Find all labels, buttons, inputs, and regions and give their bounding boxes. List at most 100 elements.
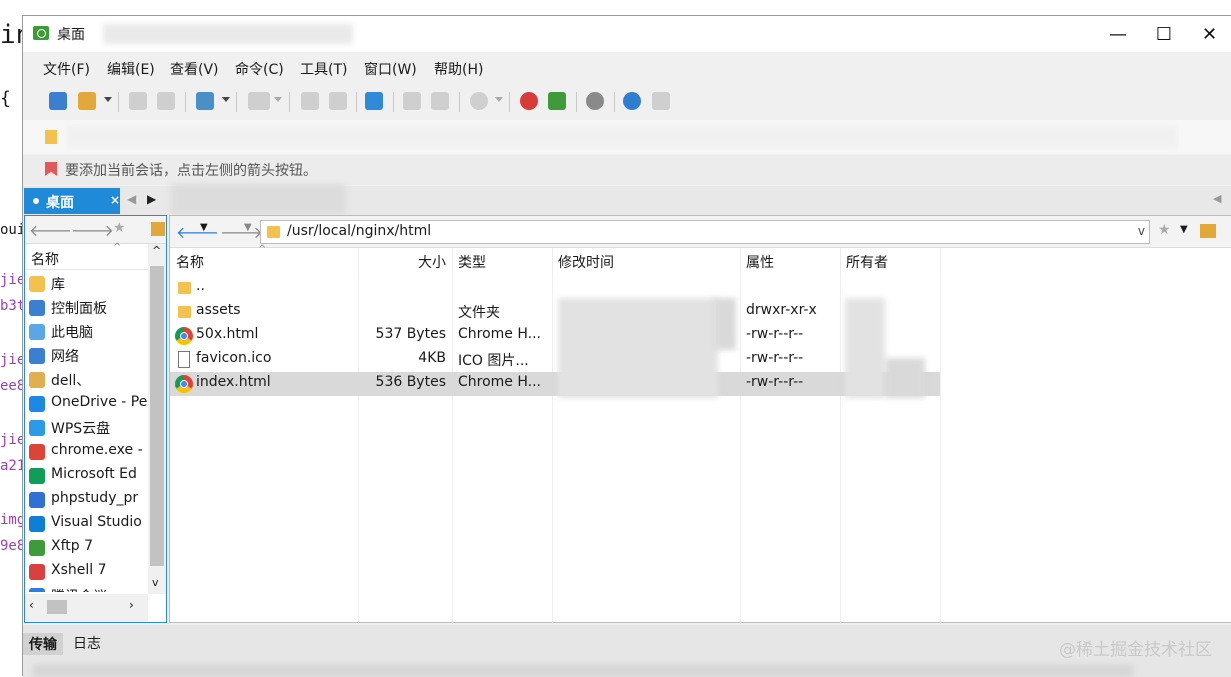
local-item[interactable]: 网络 (29, 344, 147, 368)
local-item-label: phpstudy_pr (51, 490, 139, 506)
local-item[interactable]: 控制面板 (29, 296, 147, 320)
menu-command[interactable]: 命令(C) (235, 59, 284, 79)
terminal-icon[interactable] (248, 92, 270, 110)
scroll-left-icon[interactable]: ‹ (29, 598, 34, 612)
tab-log[interactable]: 日志 (73, 633, 101, 653)
tab-transfer[interactable]: 传输 (23, 633, 63, 655)
xshell-icon (29, 564, 45, 580)
scroll-thumb[interactable] (150, 266, 164, 566)
file-name: .. (196, 278, 205, 294)
menu-window[interactable]: 窗口(W) (364, 59, 417, 79)
chrome-html-icon (175, 375, 193, 393)
column-header-modified[interactable]: 修改时间 (552, 248, 741, 274)
chevron-down-icon[interactable] (495, 97, 503, 102)
copy-icon[interactable] (301, 92, 319, 110)
settings-icon[interactable] (586, 92, 604, 110)
local-item[interactable]: chrome.exe - (29, 440, 147, 464)
maximize-button[interactable]: ☐ (1141, 16, 1187, 52)
local-item[interactable]: Xftp 7 (29, 536, 147, 560)
favorite-star-icon[interactable]: ★ (113, 220, 126, 236)
chevron-down-icon[interactable] (222, 97, 230, 102)
properties-icon[interactable] (196, 92, 214, 110)
file-row[interactable]: 50x.html 537 Bytes Chrome H... -rw-r--r-- (170, 324, 940, 348)
column-header-name[interactable]: 名称 ^ (170, 244, 359, 274)
local-column-header[interactable]: 名称 ^ (25, 242, 148, 270)
minimize-button[interactable]: — (1095, 16, 1141, 52)
tab-scroll-icon[interactable]: ◀ (1213, 192, 1221, 205)
chevron-down-icon[interactable]: v (1138, 224, 1145, 238)
local-item[interactable]: 腾讯会议 (29, 584, 147, 592)
chevron-down-icon[interactable] (104, 97, 112, 102)
chat-icon[interactable] (652, 92, 670, 110)
menu-file[interactable]: 文件(F) (43, 59, 90, 79)
tab-scroll-right-icon[interactable]: ▶ (147, 192, 156, 206)
scroll-right-icon[interactable]: › (129, 598, 134, 612)
home-icon[interactable] (151, 222, 165, 236)
forward-arrow-icon[interactable]: 🡒 (71, 220, 114, 240)
column-header-owner[interactable]: 所有者 (840, 248, 941, 274)
scroll-down-icon[interactable]: v (152, 576, 159, 589)
local-item[interactable]: 库 (29, 272, 147, 296)
toolbar-separator (614, 92, 615, 112)
open-folder-icon[interactable] (78, 92, 96, 110)
column-header-attributes[interactable]: 属性 (740, 248, 841, 274)
tab-desktop[interactable]: 桌面 × (24, 188, 120, 214)
forward-arrow-icon[interactable]: 🡒 (220, 222, 263, 242)
vertical-scrollbar[interactable]: ^ v (148, 244, 166, 594)
local-item[interactable]: 此电脑 (29, 320, 147, 344)
home-icon[interactable] (1200, 224, 1216, 238)
column-header-type[interactable]: 类型 (452, 248, 553, 274)
bookmark-icon[interactable] (45, 162, 57, 176)
chevron-down-icon[interactable]: ▼ (1180, 224, 1188, 235)
file-row[interactable]: index.html 536 Bytes Chrome H... -rw-r--r-- (170, 372, 940, 396)
chevron-down-icon[interactable] (274, 97, 282, 102)
local-item[interactable]: Microsoft Ed (29, 464, 147, 488)
toolbar-separator (289, 92, 290, 112)
local-item-label: Xftp 7 (51, 538, 94, 554)
globe-icon[interactable] (470, 92, 488, 110)
chevron-down-icon[interactable]: ▼ (244, 222, 252, 233)
local-item[interactable]: Visual Studio (29, 512, 147, 536)
horizontal-scrollbar[interactable]: ‹ › (25, 594, 148, 622)
back-arrow-icon[interactable]: 🡐 (176, 222, 219, 242)
help-icon[interactable] (623, 92, 641, 110)
favorite-star-icon[interactable]: ★ (1158, 222, 1171, 238)
paste-icon[interactable] (329, 92, 347, 110)
xftp-icon[interactable] (548, 92, 566, 110)
local-item[interactable]: phpstudy_pr (29, 488, 147, 512)
local-item[interactable]: WPS云盘 (29, 416, 147, 440)
menu-tools[interactable]: 工具(T) (300, 59, 347, 79)
menu-view[interactable]: 查看(V) (170, 59, 219, 79)
redacted-modified-time (558, 298, 718, 398)
title-bar[interactable]: 桌面 — ☐ ✕ (23, 16, 1231, 52)
tab-scroll-left-icon[interactable]: ◀ (127, 192, 136, 206)
new-session-icon[interactable] (49, 92, 67, 110)
xftp-icon (29, 540, 45, 556)
menu-help[interactable]: 帮助(H) (434, 59, 483, 79)
address-bar[interactable] (23, 120, 1231, 154)
chevron-down-icon[interactable]: ▼ (200, 222, 208, 233)
file-row[interactable]: .. (170, 276, 940, 300)
file-row[interactable]: favicon.ico 4KB ICO 图片... -rw-r--r-- (170, 348, 940, 372)
bottom-panel: 传输 日志 @稀土掘金技术社区 (23, 625, 1231, 677)
folder-icon (178, 282, 191, 294)
local-item[interactable]: OneDrive - Pe (29, 392, 147, 416)
transfer-icon[interactable] (365, 92, 383, 110)
local-item[interactable]: dell、 (29, 368, 147, 392)
disconnect-icon[interactable] (157, 92, 175, 110)
back-arrow-icon[interactable]: 🡐 (29, 220, 72, 240)
connect-icon[interactable] (129, 92, 147, 110)
column-header-size[interactable]: 大小 (358, 248, 453, 274)
toolbar-separator (393, 92, 394, 112)
scroll-up-icon[interactable]: ^ (152, 244, 161, 257)
scroll-thumb[interactable] (47, 600, 67, 614)
xshell-icon[interactable] (520, 92, 538, 110)
sync2-icon[interactable] (431, 92, 449, 110)
local-item[interactable]: Xshell 7 (29, 560, 147, 584)
remote-path-input[interactable]: /usr/local/nginx/html v (260, 220, 1150, 244)
close-button[interactable]: ✕ (1187, 16, 1231, 52)
close-icon[interactable]: × (110, 193, 120, 207)
sync-icon[interactable] (403, 92, 421, 110)
file-row[interactable]: assets 文件夹 drwxr-xr-x (170, 300, 940, 324)
menu-edit[interactable]: 编辑(E) (107, 59, 155, 79)
